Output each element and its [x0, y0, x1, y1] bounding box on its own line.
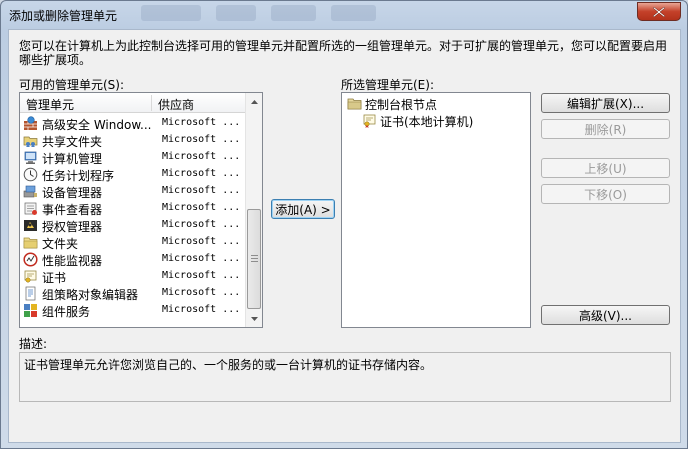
remove-button[interactable]: 删除(R): [541, 119, 670, 139]
snapin-vendor: Microsoft ...: [162, 304, 241, 315]
list-item[interactable]: 授权管理器 Microsoft ...: [20, 217, 245, 234]
grip-line: [251, 258, 258, 259]
list-item[interactable]: 性能监视器 Microsoft ...: [20, 251, 245, 268]
list-item[interactable]: 计算机管理 Microsoft ...: [20, 149, 245, 166]
scroll-down-arrow[interactable]: [246, 310, 262, 327]
snapin-vendor: Microsoft ...: [162, 168, 241, 179]
title-blur: [331, 5, 376, 21]
description-box: 证书管理单元允许您浏览自己的、一个服务的或一台计算机的证书存储内容。: [19, 352, 671, 402]
certificate-icon: [363, 114, 376, 128]
title-blur: [271, 5, 316, 21]
move-up-button[interactable]: 上移(U): [541, 158, 670, 178]
snapin-vendor: Microsoft ...: [162, 236, 241, 247]
window-title: 添加或删除管理单元: [9, 9, 118, 23]
header-separator[interactable]: [151, 95, 152, 111]
snapin-name: 共享文件夹: [42, 135, 103, 149]
tree-node-label: 控制台根节点: [365, 98, 438, 112]
folder-icon: [347, 98, 362, 110]
header-snapin[interactable]: 管理单元: [26, 96, 74, 113]
snapin-name: 组件服务: [42, 305, 91, 319]
snapin-name: 事件查看器: [42, 203, 103, 217]
available-label: 可用的管理单元(S):: [19, 78, 125, 92]
snapin-vendor: Microsoft ...: [162, 151, 241, 162]
move-down-button[interactable]: 下移(O): [541, 184, 670, 204]
selected-label: 所选管理单元(E):: [341, 78, 434, 92]
component-services-icon: [24, 304, 37, 317]
title-bar[interactable]: 添加或删除管理单元: [1, 1, 687, 29]
grip-line: [251, 261, 258, 262]
snapin-vendor: Microsoft ...: [162, 253, 241, 264]
available-snapins-list[interactable]: 管理单元 供应商 高级安全 Window... Microsoft ... 共享文件…: [19, 92, 263, 328]
snapin-vendor: Microsoft ...: [162, 185, 241, 196]
close-button[interactable]: [637, 2, 681, 21]
available-rows: 高级安全 Window... Microsoft ... 共享文件夹 Microsof…: [20, 115, 245, 319]
snapin-name: 证书: [42, 271, 67, 285]
computer-management-icon: [24, 151, 37, 164]
list-item[interactable]: 组策略对象编辑器 Microsoft ...: [20, 285, 245, 302]
title-blur: [141, 5, 201, 21]
device-manager-icon: [23, 185, 37, 198]
snapin-vendor: Microsoft ...: [162, 134, 241, 145]
snapin-name: 任务计划程序: [42, 169, 115, 183]
list-item[interactable]: 设备管理器 Microsoft ...: [20, 183, 245, 200]
selected-snapins-tree[interactable]: 控制台根节点 证书(本地计算机): [341, 92, 531, 328]
authorization-icon: [24, 220, 37, 231]
snapin-vendor: Microsoft ...: [162, 117, 241, 128]
add-button[interactable]: 添加(A) >: [271, 199, 335, 219]
snapin-vendor: Microsoft ...: [162, 219, 241, 230]
snapin-name: 性能监视器: [42, 254, 103, 268]
snapin-name: 授权管理器: [42, 220, 103, 234]
group-policy-icon: [25, 286, 36, 301]
snapin-name: 文件夹: [42, 237, 79, 251]
certificate-icon: [24, 270, 37, 283]
snapin-vendor: Microsoft ...: [162, 270, 241, 281]
snapin-name: 高级安全 Window...: [42, 118, 152, 132]
dialog-client: 您可以在计算机上为此控制台选择可用的管理单元并配置所选的一组管理单元。对于可扩展…: [8, 29, 681, 443]
title-blur: [216, 5, 256, 21]
scroll-thumb[interactable]: [247, 209, 261, 309]
firewall-icon: [24, 116, 37, 130]
list-header: 管理单元 供应商: [20, 93, 245, 113]
edit-extensions-button[interactable]: 编辑扩展(X)...: [541, 93, 670, 113]
event-viewer-icon: [24, 202, 37, 215]
snapin-name: 组策略对象编辑器: [42, 288, 139, 302]
description-text: 证书管理单元允许您浏览自己的、一个服务的或一台计算机的证书存储内容。: [24, 358, 433, 372]
header-vendor[interactable]: 供应商: [158, 96, 194, 113]
snapin-name: 设备管理器: [42, 186, 103, 200]
list-item[interactable]: 文件夹 Microsoft ...: [20, 234, 245, 251]
snapin-vendor: Microsoft ...: [162, 287, 241, 298]
grip-line: [251, 255, 258, 256]
folder-icon: [23, 237, 38, 249]
list-item[interactable]: 组件服务 Microsoft ...: [20, 302, 245, 319]
list-item[interactable]: 证书 Microsoft ...: [20, 268, 245, 285]
list-item[interactable]: 高级安全 Window... Microsoft ...: [20, 115, 245, 132]
list-item[interactable]: 事件查看器 Microsoft ...: [20, 200, 245, 217]
performance-monitor-icon: [23, 252, 38, 267]
dialog-window: 添加或删除管理单元 您可以在计算机上为此控制台选择可用的管理单元并配置所选的一组…: [0, 0, 688, 449]
list-item[interactable]: 共享文件夹 Microsoft ...: [20, 132, 245, 149]
snapin-name: 计算机管理: [42, 152, 103, 166]
intro-text: 您可以在计算机上为此控制台选择可用的管理单元并配置所选的一组管理单元。对于可扩展…: [19, 39, 668, 67]
advanced-button[interactable]: 高级(V)...: [541, 305, 670, 325]
snapin-vendor: Microsoft ...: [162, 202, 241, 213]
shared-folder-icon: [23, 136, 38, 147]
tree-node-label: 证书(本地计算机): [380, 115, 474, 129]
description-label: 描述:: [19, 337, 48, 351]
list-item[interactable]: 任务计划程序 Microsoft ...: [20, 166, 245, 183]
scroll-up-arrow[interactable]: [246, 93, 262, 110]
clock-icon: [23, 167, 38, 182]
arrow-up-icon: [250, 99, 258, 104]
close-icon: [653, 6, 665, 17]
vertical-scrollbar[interactable]: [245, 93, 262, 327]
arrow-down-icon: [250, 316, 258, 321]
